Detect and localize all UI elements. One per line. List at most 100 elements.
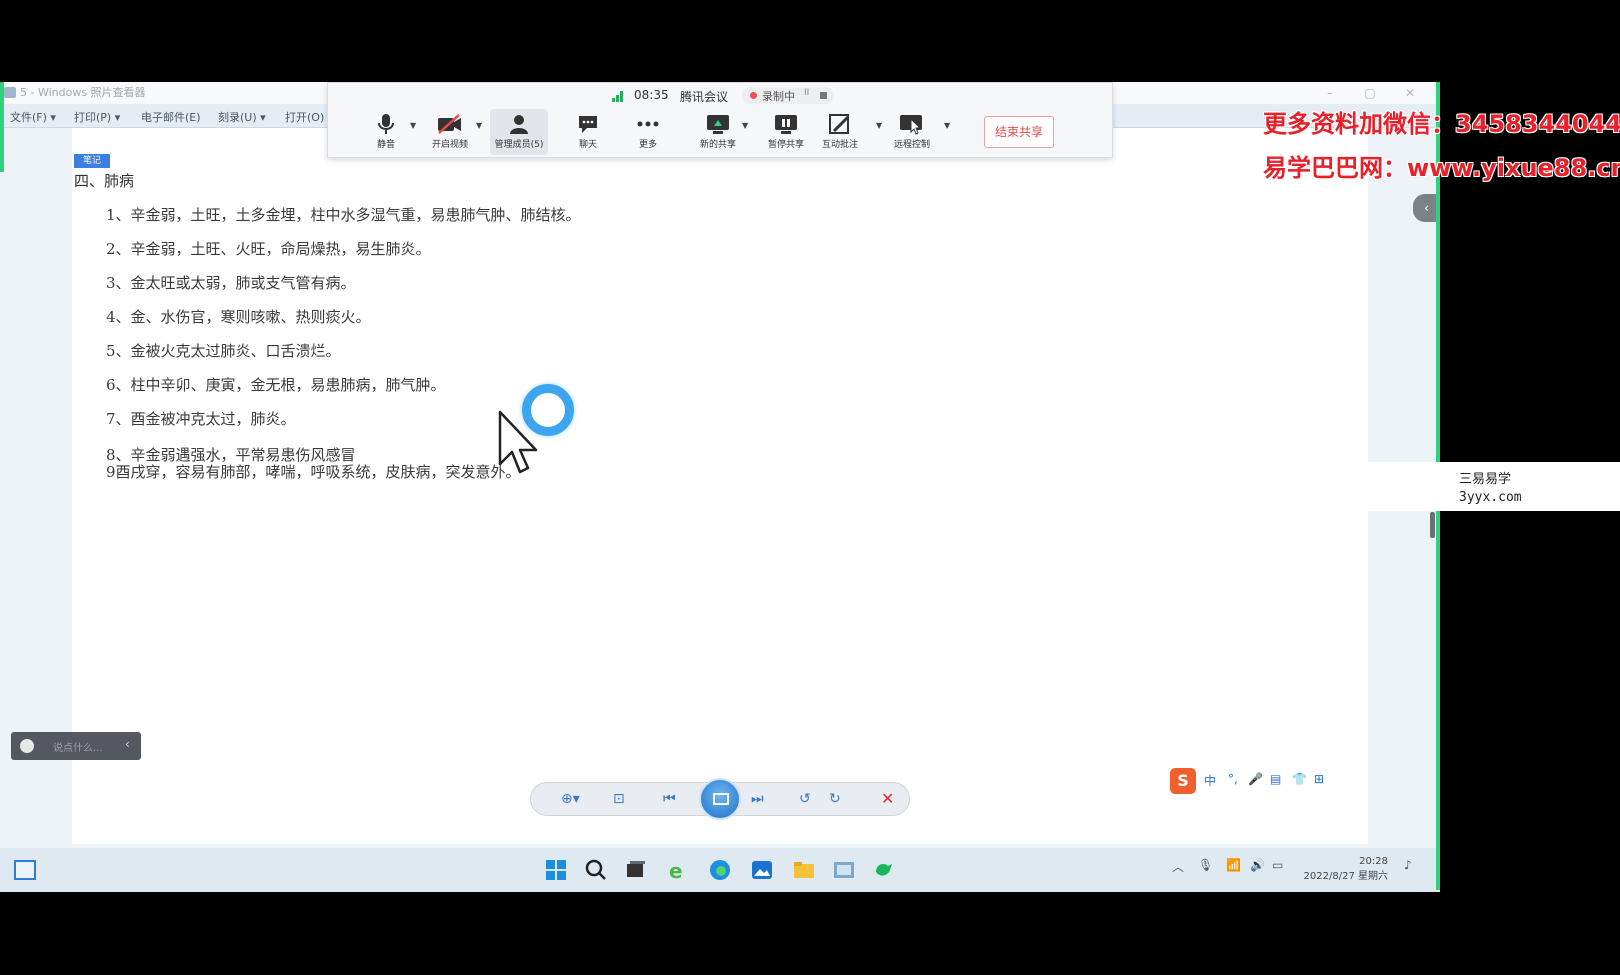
rotate-right-icon[interactable]: ↻ [829,791,841,807]
end-share-button[interactable]: 结束共享 [984,116,1054,148]
recording-dot-icon [750,92,757,99]
minimize-icon[interactable]: – [1315,82,1345,104]
photos-app-icon[interactable] [750,858,774,882]
slideshow-button[interactable] [699,778,741,820]
document-line: 4、金、水伤官，寒则咳嗽、热则痰火。 [106,308,371,326]
tencent-meeting-toolbar: 08:35 腾讯会议 录制中 II 静音 ▼ 开启视频 ▼ 管理成员(5) 聊天… [327,82,1113,158]
chat-placeholder: 说点什么... [53,743,103,754]
ime-skin-icon[interactable]: 👕 [1292,772,1307,786]
ime-toolbar: S 中 °, 🎤 ▤ 👕 ⊞ [1170,768,1340,794]
share-options-chevron-icon[interactable]: ▼ [742,121,748,130]
menu-print[interactable]: 打印(P) ▾ [74,109,120,125]
new-share-icon [707,115,729,134]
recording-pause-icon[interactable]: II [804,88,809,98]
more-label: 更多 [638,140,657,150]
chat-button[interactable]: 聊天 [560,109,616,155]
start-video-button[interactable]: 开启视频 [422,109,478,155]
ime-toolbox-icon[interactable]: ⊞ [1314,772,1324,786]
document-line: 1、辛金弱，土旺，土多金埋，柱中水多湿气重，易患肺气肿、肺结核。 [106,206,581,224]
window-title: 5 - Windows 照片查看器 [20,86,146,99]
watermark-box: 三易易学 3yyx.com [1366,462,1620,511]
document-line: 9酉戌穿，容易有肺部，哮喘，呼吸系统，皮肤病，突发意外。 [106,463,521,481]
start-video-label: 开启视频 [431,140,468,150]
recording-indicator[interactable]: 录制中 II [742,87,834,104]
chat-input-widget[interactable]: 说点什么... ‹ [11,732,141,760]
mute-label: 静音 [376,140,395,150]
next-icon[interactable]: ⏭ [751,791,764,807]
volume-icon[interactable]: 🔊 [1250,858,1265,872]
task-view-icon[interactable] [624,858,648,882]
manage-members-button[interactable]: 管理成员(5) [490,109,548,155]
widgets-icon[interactable] [14,860,36,880]
screen-share-border-left [0,82,4,172]
microphone-icon [378,114,394,134]
new-share-button[interactable]: 新的共享 [690,109,746,155]
mute-button[interactable]: 静音 [358,109,414,155]
emoji-icon[interactable] [20,739,34,753]
file-explorer-icon[interactable] [792,858,816,882]
document-line: 7、酉金被冲克太过，肺炎。 [106,410,296,428]
ime-punctuation-icon[interactable]: °, [1228,772,1238,786]
menu-file[interactable]: 文件(F) ▾ [10,109,56,125]
menu-burn[interactable]: 刻录(U) ▾ [218,109,266,125]
document-line: 3、金太旺或太弱，肺或支气管有病。 [106,274,356,292]
remote-desktop-screen: 5 - Windows 照片查看器 – ▢ ✕ 文件(F) ▾ 打印(P) ▾ … [0,82,1440,892]
remote-options-chevron-icon[interactable]: ▼ [944,121,950,130]
meeting-app-name: 腾讯会议 [680,90,729,104]
battery-icon[interactable]: ▭ [1272,858,1283,872]
notification-icon[interactable]: ♪ [1404,858,1412,872]
tray-overflow-icon[interactable]: ︿ [1172,858,1184,875]
tray-microphone-icon[interactable]: 🎙 [1198,858,1213,872]
chat-icon [579,116,597,133]
mouse-cursor-icon [498,410,538,474]
collapse-chevron-icon[interactable]: ‹ [125,737,130,751]
delete-icon[interactable]: ✕ [881,789,894,808]
video-options-chevron-icon[interactable]: ▼ [476,121,482,130]
tencent-meeting-icon[interactable] [872,858,896,882]
remote-control-button[interactable]: 远程控制 [884,109,940,155]
annotate-options-chevron-icon[interactable]: ▼ [876,121,882,130]
close-icon[interactable]: ✕ [1395,82,1425,104]
sogou-logo-icon[interactable]: S [1170,768,1196,794]
search-icon[interactable] [584,858,608,882]
document-heading: 四、肺病 [74,172,135,190]
menu-email[interactable]: 电子邮件(E) [141,109,201,125]
more-icon [637,121,659,127]
previous-icon[interactable]: ⏮ [663,791,676,807]
rotate-left-icon[interactable]: ↺ [799,791,811,807]
chat-label: 聊天 [578,140,597,150]
remote-control-icon [900,115,922,135]
audio-options-chevron-icon[interactable]: ▼ [410,121,416,130]
pause-share-button[interactable]: 暂停共享 [758,109,814,155]
promo-wechat-text: 更多资料加微信：3458344044 [1263,110,1620,138]
system-clock[interactable]: 20:28 2022/8/27 星期六 [1290,854,1388,884]
scrollbar-thumb[interactable] [1430,512,1435,538]
zoom-icon[interactable]: ⊕▾ [561,791,580,807]
annotate-icon [829,114,850,134]
wifi-icon[interactable]: 📶 [1226,858,1241,872]
ime-keyboard-icon[interactable]: ▤ [1270,772,1281,786]
ime-chinese-mode[interactable]: 中 [1204,772,1216,789]
ime-voice-icon[interactable]: 🎤 [1248,772,1263,786]
document-line: 2、辛金弱，土旺、火旺，命局燥热，易生肺炎。 [106,240,431,258]
promo-website-text: 易学巴巴网：www.yixue88.cn [1263,154,1620,182]
document-line: 6、柱中辛卯、庚寅，金无根，易患肺病，肺气肿。 [106,376,446,394]
clock-time: 20:28 [1359,856,1388,867]
clock-date: 2022/8/27 星期六 [1303,871,1388,882]
recording-stop-icon[interactable] [820,92,827,99]
maximize-icon[interactable]: ▢ [1355,82,1385,104]
ie-browser-icon[interactable]: e [666,858,690,882]
meeting-status-bar: 08:35 腾讯会议 录制中 II [328,87,1114,105]
menu-open[interactable]: 打开(O) [285,109,324,125]
annotate-button[interactable]: 互动批注 [812,109,868,155]
start-button-icon[interactable] [544,858,568,882]
recording-label: 录制中 [762,90,795,103]
document-line: 5、金被火克太过肺炎、口舌溃烂。 [106,342,341,360]
more-button[interactable]: 更多 [620,109,676,155]
meeting-timer: 08:35 [634,88,669,102]
new-share-label: 新的共享 [699,140,736,150]
photo-viewer-taskbar-icon[interactable] [832,858,856,882]
edge-browser-icon[interactable] [708,858,732,882]
document-image: 笔记 四、肺病 1、辛金弱，土旺，土多金埋，柱中水多湿气重，易患肺气肿、肺结核。… [0,128,1368,844]
actual-size-icon[interactable]: ⊡ [613,791,625,807]
